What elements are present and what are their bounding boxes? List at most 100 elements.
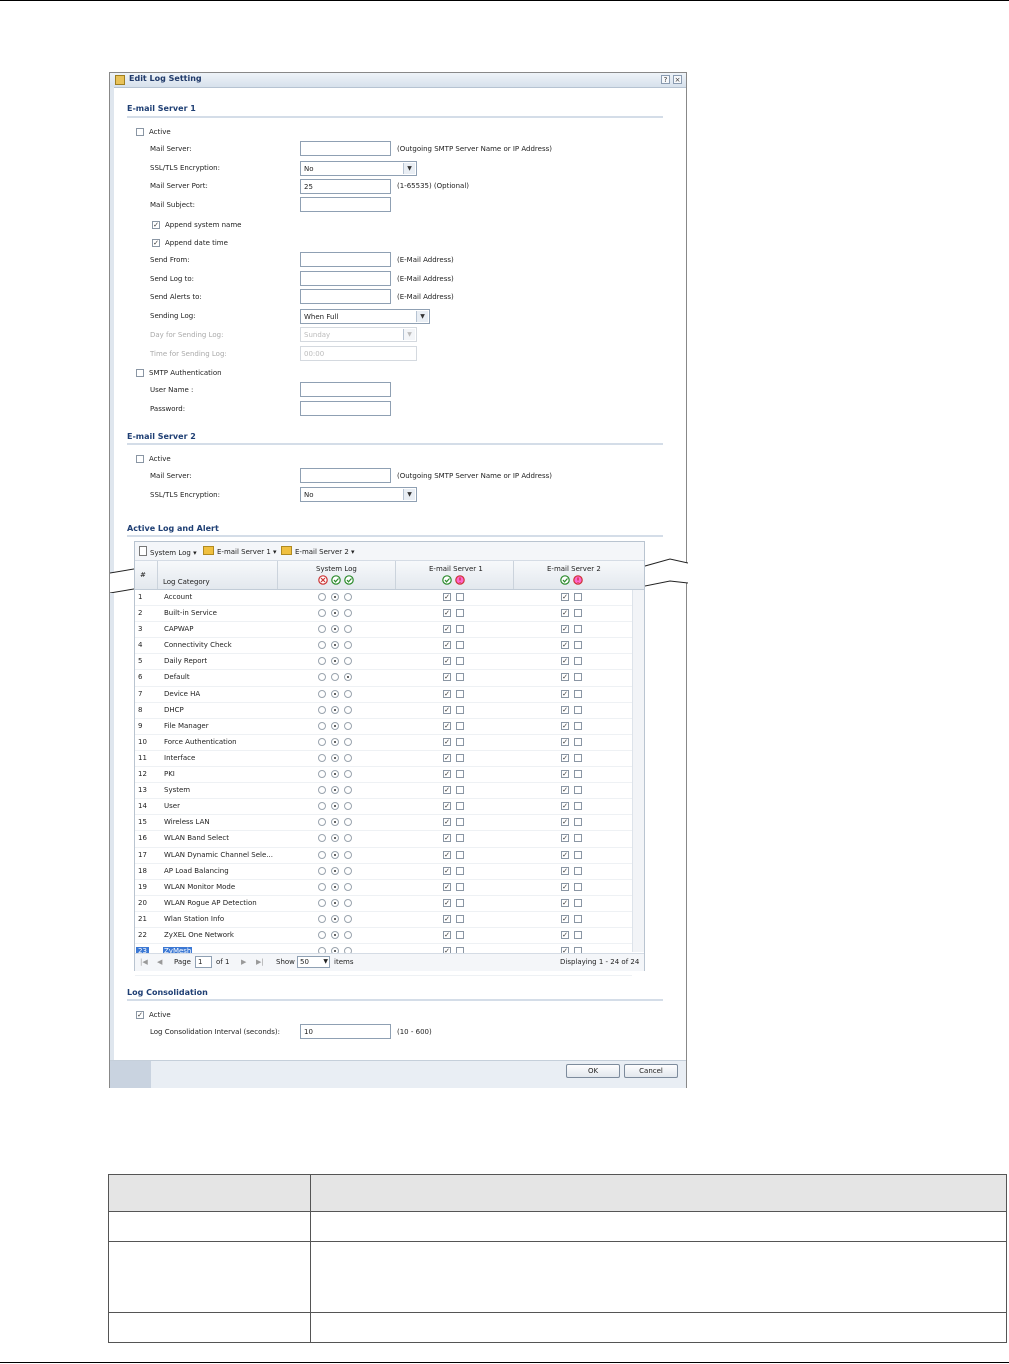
table-row[interactable]: 1 Account ✓ ✓ <box>135 590 632 607</box>
server1-alert-checkbox[interactable] <box>456 657 464 666</box>
system-log-radio[interactable] <box>344 689 352 698</box>
server2-checkbox[interactable]: ✓ <box>561 705 569 714</box>
table-row[interactable]: 18 AP Load Balancing ✓ ✓ <box>135 864 632 880</box>
server1-checkbox[interactable]: ✓ <box>443 641 451 650</box>
system-log-radio[interactable] <box>344 753 352 762</box>
system-log-radio[interactable] <box>318 705 326 714</box>
server1-alert-checkbox[interactable] <box>456 818 464 827</box>
sending-log-select[interactable]: When Full ▼ <box>300 309 430 324</box>
system-log-radio[interactable] <box>331 834 339 843</box>
system-log-radio[interactable] <box>331 689 339 698</box>
server1-alert-checkbox[interactable] <box>456 834 464 843</box>
user-name-input[interactable] <box>300 382 391 397</box>
prev-page-icon[interactable]: ◀ <box>157 958 162 966</box>
server2-alert-checkbox[interactable] <box>574 802 582 811</box>
system-log-radio[interactable] <box>318 657 326 666</box>
server2-alert-checkbox[interactable] <box>574 786 582 795</box>
system-log-radio[interactable] <box>318 898 326 907</box>
system-log-radio[interactable] <box>331 657 339 666</box>
system-log-radio[interactable] <box>331 866 339 875</box>
system-log-radio[interactable] <box>318 818 326 827</box>
server2-checkbox[interactable]: ✓ <box>561 786 569 795</box>
table-row[interactable]: 10 Force Authentication ✓ ✓ <box>135 735 632 751</box>
server2-alert-checkbox[interactable] <box>574 737 582 746</box>
server1-alert-checkbox[interactable] <box>456 609 464 618</box>
system-log-radio[interactable] <box>318 834 326 843</box>
server2-alert-checkbox[interactable] <box>574 657 582 666</box>
server1-checkbox[interactable]: ✓ <box>443 721 451 730</box>
subject-input[interactable] <box>300 197 391 212</box>
server1-active-checkbox[interactable] <box>136 128 144 136</box>
table-row[interactable]: 11 Interface ✓ ✓ <box>135 751 632 768</box>
server2-alert-checkbox[interactable] <box>574 641 582 650</box>
server2-checkbox[interactable]: ✓ <box>561 609 569 618</box>
next-page-icon[interactable]: ▶ <box>241 958 246 966</box>
system-log-radio[interactable] <box>344 657 352 666</box>
server1-checkbox[interactable]: ✓ <box>443 930 451 939</box>
ok-button[interactable]: OK <box>566 1064 620 1078</box>
consolidation-interval-input[interactable]: 10 <box>300 1024 391 1039</box>
table-row[interactable]: 7 Device HA ✓ ✓ <box>135 687 632 703</box>
server1-checkbox[interactable]: ✓ <box>443 914 451 923</box>
server2-checkbox[interactable]: ✓ <box>561 818 569 827</box>
system-log-menu[interactable]: System Log ▾ <box>139 546 197 557</box>
table-row[interactable]: 21 Wlan Station Info ✓ ✓ <box>135 912 632 928</box>
server1-alert-checkbox[interactable] <box>456 802 464 811</box>
system-log-radio[interactable] <box>318 721 326 730</box>
table-row[interactable]: 12 PKI ✓ ✓ <box>135 767 632 784</box>
show-select[interactable]: 50 ▼ <box>297 956 330 968</box>
server1-checkbox[interactable]: ✓ <box>443 593 451 601</box>
system-log-radio[interactable] <box>344 786 352 795</box>
system-log-radio[interactable] <box>331 625 339 634</box>
server2-checkbox[interactable]: ✓ <box>561 593 569 601</box>
table-row[interactable]: 3 CAPWAP ✓ ✓ <box>135 622 632 639</box>
system-log-radio[interactable] <box>331 721 339 730</box>
server1-alert-checkbox[interactable] <box>456 770 464 779</box>
server2-alert-checkbox[interactable] <box>574 866 582 875</box>
server2-ssl-select[interactable]: No ▼ <box>300 487 417 502</box>
system-log-radio[interactable] <box>344 673 352 682</box>
table-row[interactable]: 2 Built-in Service ✓ ✓ <box>135 606 632 623</box>
system-log-radio[interactable] <box>331 753 339 762</box>
system-log-radio[interactable] <box>318 882 326 891</box>
system-log-radio[interactable] <box>318 593 326 601</box>
system-log-radio[interactable] <box>331 673 339 682</box>
server2-checkbox[interactable]: ✓ <box>561 673 569 682</box>
system-log-radio[interactable] <box>344 770 352 779</box>
system-log-radio[interactable] <box>318 866 326 875</box>
append-name-checkbox[interactable]: ✓ <box>152 221 160 229</box>
server1-checkbox[interactable]: ✓ <box>443 673 451 682</box>
server1-checkbox[interactable]: ✓ <box>443 898 451 907</box>
consolidation-active-checkbox[interactable]: ✓ <box>136 1011 144 1019</box>
day-select[interactable]: Sunday ▼ <box>300 327 417 342</box>
system-log-radio[interactable] <box>318 609 326 618</box>
mail-server-input[interactable] <box>300 141 391 156</box>
close-button[interactable]: × <box>673 75 682 84</box>
table-row[interactable]: 17 WLAN Dynamic Channel Sele... ✓ ✓ <box>135 848 632 864</box>
system-log-radio[interactable] <box>344 882 352 891</box>
server2-checkbox[interactable]: ✓ <box>561 770 569 779</box>
system-log-radio[interactable] <box>344 914 352 923</box>
system-log-radio[interactable] <box>331 914 339 923</box>
help-button[interactable]: ? <box>661 75 670 84</box>
system-log-radio[interactable] <box>318 673 326 682</box>
system-log-radio[interactable] <box>318 802 326 811</box>
server2-checkbox[interactable]: ✓ <box>561 866 569 875</box>
table-row[interactable]: 9 File Manager ✓ ✓ <box>135 719 632 735</box>
server2-alert-checkbox[interactable] <box>574 850 582 859</box>
server1-alert-checkbox[interactable] <box>456 866 464 875</box>
system-log-radio[interactable] <box>344 930 352 939</box>
table-row[interactable]: 19 WLAN Monitor Mode ✓ ✓ <box>135 880 632 896</box>
port-input[interactable]: 25 <box>300 179 391 194</box>
system-log-radio[interactable] <box>344 625 352 634</box>
system-log-radio[interactable] <box>344 818 352 827</box>
system-log-radio[interactable] <box>344 593 352 601</box>
system-log-radio[interactable] <box>318 770 326 779</box>
server2-checkbox[interactable]: ✓ <box>561 641 569 650</box>
server1-checkbox[interactable]: ✓ <box>443 850 451 859</box>
server2-menu[interactable]: E-mail Server 2 ▾ <box>281 546 355 556</box>
server1-checkbox[interactable]: ✓ <box>443 818 451 827</box>
server1-alert-checkbox[interactable] <box>456 930 464 939</box>
system-log-radio[interactable] <box>331 850 339 859</box>
server1-alert-checkbox[interactable] <box>456 689 464 698</box>
